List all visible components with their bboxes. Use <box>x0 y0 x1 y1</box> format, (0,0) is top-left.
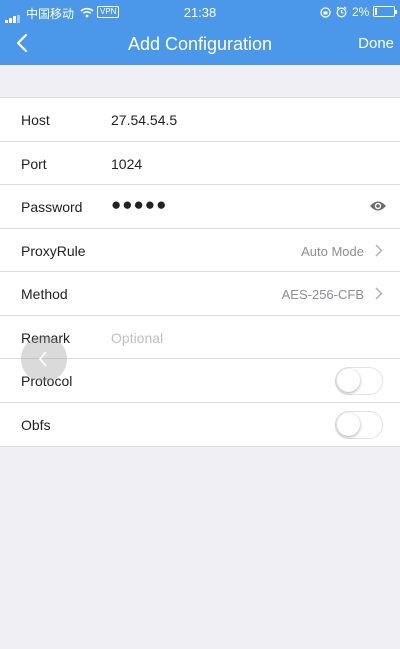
alarm-icon <box>336 6 347 21</box>
remark-input[interactable]: Optional <box>111 330 163 346</box>
proxy-rule-row[interactable]: ProxyRule Auto Mode <box>0 229 400 272</box>
rotation-lock-icon <box>320 7 331 21</box>
host-label: Host <box>21 112 50 128</box>
port-label: Port <box>21 155 47 172</box>
port-row[interactable]: Port 1024 <box>0 142 400 185</box>
obfs-toggle[interactable] <box>335 410 383 439</box>
method-row[interactable]: Method AES-256-CFB <box>0 272 400 316</box>
password-row[interactable]: Password ●●●●● <box>0 185 400 229</box>
host-row[interactable]: Host 27.54.54.5 <box>0 98 400 142</box>
host-input[interactable]: 27.54.54.5 <box>111 112 177 128</box>
nav-bar: 中国移动 VPN 21:38 2% Add Configuration Done <box>0 0 400 65</box>
port-input[interactable]: 1024 <box>111 156 142 172</box>
password-input[interactable]: ●●●●● <box>111 195 167 215</box>
method-label: Method <box>21 286 68 302</box>
status-bar: 中国移动 VPN 21:38 2% <box>0 0 400 24</box>
battery-icon <box>373 6 397 17</box>
proxy-rule-value: Auto Mode <box>301 243 364 259</box>
method-value: AES-256-CFB <box>281 287 364 302</box>
chevron-right-icon <box>375 243 383 262</box>
back-arrow-icon <box>38 351 47 367</box>
page-title: Add Configuration <box>127 34 273 54</box>
config-form: Host 27.54.54.5 Port 1024 Password ●●●●●… <box>0 97 400 447</box>
proxy-rule-label: ProxyRule <box>21 242 86 259</box>
show-password-eye-icon[interactable] <box>369 199 387 218</box>
password-label: Password <box>21 199 83 215</box>
protocol-toggle[interactable] <box>335 367 383 395</box>
battery-percent: 2% <box>352 5 370 19</box>
done-button[interactable]: Done <box>358 35 394 52</box>
assistive-touch-button[interactable] <box>21 336 67 382</box>
obfs-label: Obfs <box>21 416 51 433</box>
chevron-right-icon <box>375 287 383 305</box>
obfs-row: Obfs <box>0 403 400 447</box>
